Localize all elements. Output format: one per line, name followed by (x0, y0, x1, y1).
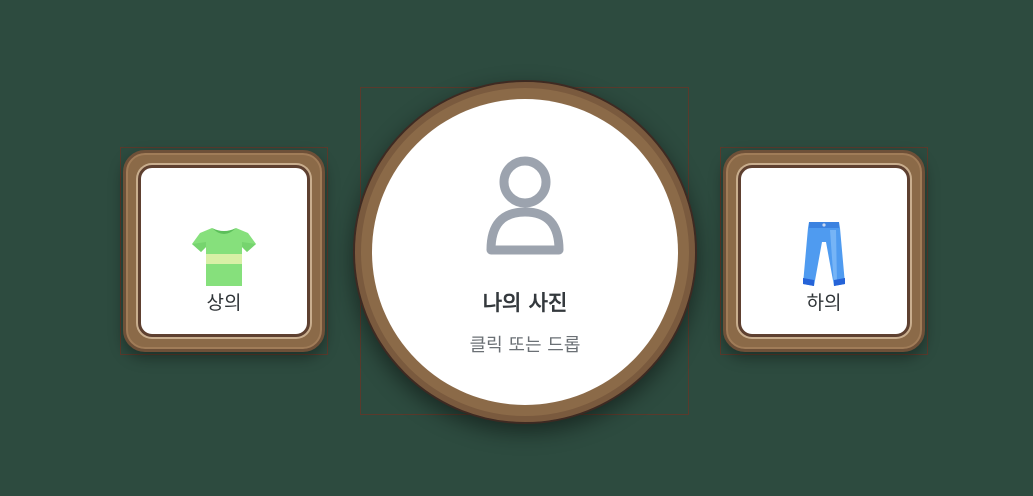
person-icon (486, 156, 564, 255)
top-clothing-frame: 상의 (123, 150, 325, 352)
tshirt-icon (192, 228, 256, 286)
top-clothing-slot[interactable]: 상의 (120, 147, 328, 355)
photo-upload-area[interactable]: 나의 사진 클릭 또는 드롭 (372, 99, 678, 405)
bottom-clothing-label: 하의 (806, 292, 842, 314)
top-clothing-card[interactable]: 상의 (138, 165, 310, 337)
top-clothing-label: 상의 (206, 292, 242, 314)
jeans-icon (803, 222, 845, 286)
bottom-clothing-frame: 하의 (723, 150, 925, 352)
photo-subtitle: 클릭 또는 드롭 (469, 335, 581, 356)
bottom-clothing-slot[interactable]: 하의 (720, 147, 928, 355)
bottom-clothing-card[interactable]: 하의 (738, 165, 910, 337)
photo-title: 나의 사진 (482, 291, 568, 315)
